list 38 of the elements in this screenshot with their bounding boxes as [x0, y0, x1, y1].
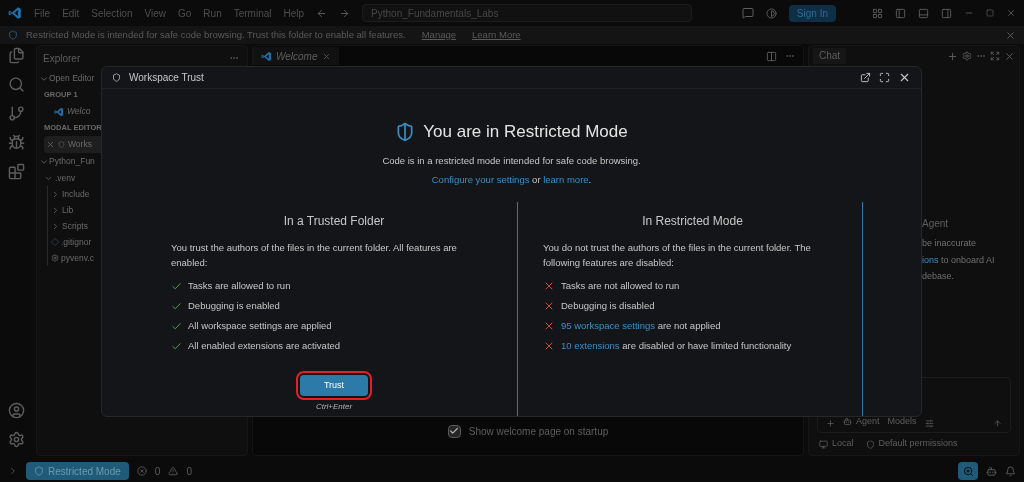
warning-count: 0	[186, 464, 192, 479]
checkbox-label: Show welcome page on startup	[468, 424, 609, 439]
text: Tasks are not allowed to run	[561, 280, 680, 292]
error-count: 0	[154, 464, 161, 479]
text: All enabled extensions are activated	[188, 340, 341, 352]
column-title: In a Trusted Folder	[282, 213, 386, 231]
text: Debugging is disabled	[561, 300, 655, 312]
file-name: .gitignor	[61, 235, 92, 249]
file-name: pyvenv.c	[61, 251, 94, 265]
text: All workspace settings are applied	[188, 320, 332, 332]
editor-name: Works	[68, 138, 92, 151]
column-description: You trust the authors of the files in the current folder. All features are enabled:	[171, 241, 458, 271]
section-title: Python_Fun	[49, 155, 95, 168]
dialog-title: Workspace Trust	[129, 71, 204, 86]
column-title: In Restricted Mode	[641, 213, 744, 231]
dialog-subtitle: Code is in a restricted mode intended for safe code browsing.	[382, 153, 641, 168]
folder-name: Lib	[62, 203, 74, 217]
folder-name: Include	[62, 187, 90, 201]
banner-message: Restricted Mode is intended for safe code browsing. Trust this folder to enable all features.	[26, 27, 406, 42]
chat-heading: Agent	[922, 217, 950, 231]
shortcut-hint: Ctrl+Enter	[315, 401, 353, 414]
dialog-heading: You are in Restricted Mode	[423, 121, 628, 144]
text: be inaccurate	[922, 238, 977, 248]
folder-name: .venv	[55, 171, 76, 185]
editor-name: Welco	[67, 105, 91, 118]
section-title: Open Editor	[49, 72, 95, 85]
column-description: You do not trust the authors of the files in the current folder. The following features are disabled:	[543, 241, 812, 271]
text: or	[531, 174, 542, 186]
panel-title: Explorer	[42, 51, 81, 66]
tab-label: Welcome	[276, 49, 318, 64]
text: Tasks are allowed to run	[188, 280, 291, 292]
text: are disabled or have limited functionality	[621, 340, 792, 352]
sentence-end: .	[588, 174, 592, 186]
text: are not applied	[656, 320, 721, 332]
folder-name: Scripts	[62, 219, 88, 233]
text: debase.	[922, 271, 955, 281]
text: Debugging is enabled	[188, 300, 280, 312]
text: to onboard AI	[940, 254, 995, 265]
